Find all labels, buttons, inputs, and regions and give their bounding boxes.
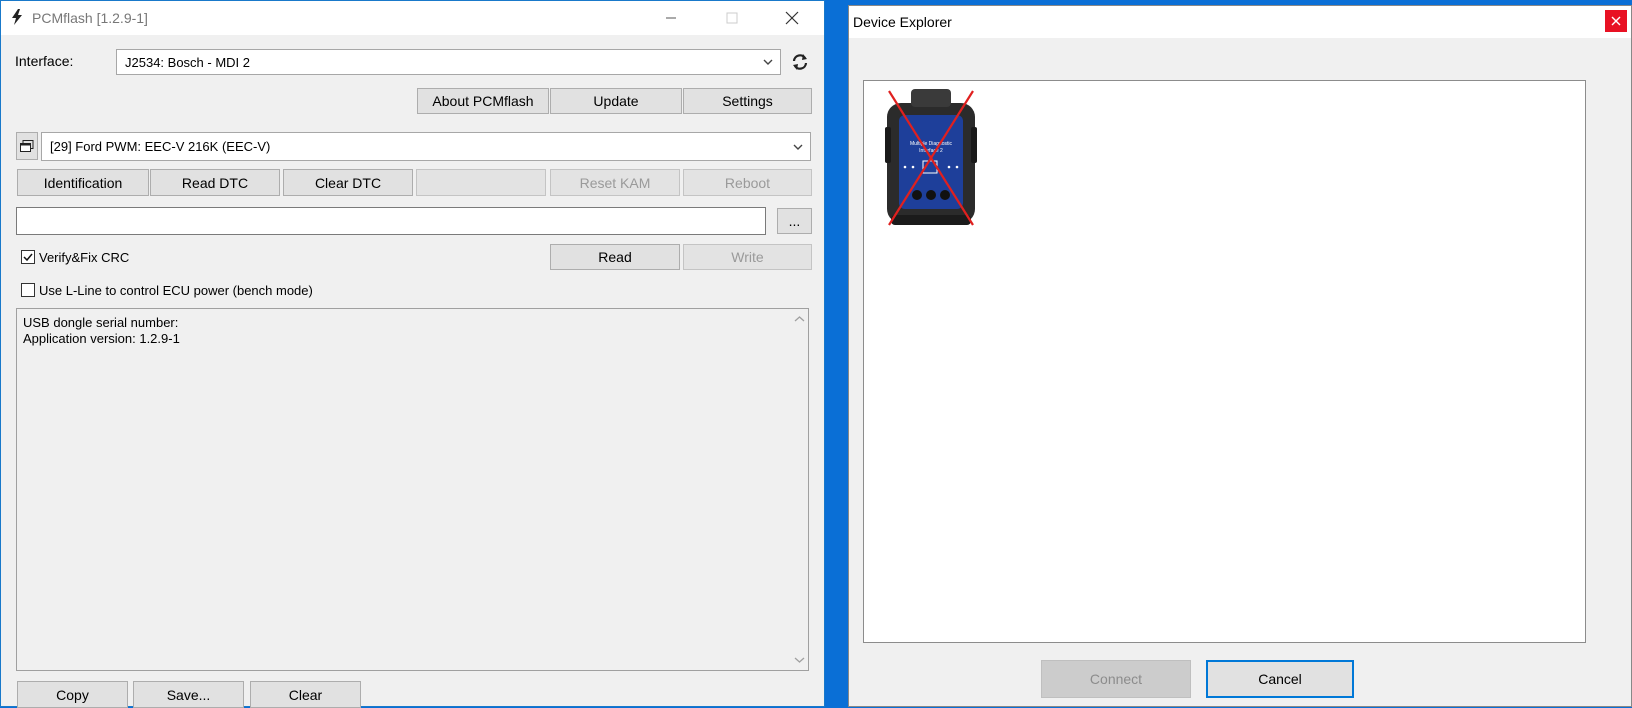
restore-window-button[interactable] [16, 132, 38, 160]
chevron-down-icon [793, 144, 803, 150]
window-title: Device Explorer [853, 14, 952, 30]
device-list[interactable]: Multiple Diagnostic Interface 2 [863, 80, 1586, 643]
clear-dtc-button[interactable]: Clear DTC [283, 169, 413, 196]
read-dtc-button[interactable]: Read DTC [150, 169, 280, 196]
copy-button[interactable]: Copy [17, 681, 128, 708]
close-button[interactable] [1605, 10, 1627, 32]
maximize-icon[interactable] [721, 7, 743, 29]
device-image-text: Multiple Diagnostic [910, 141, 952, 147]
device-explorer-window: Device Explorer Multiple Diagnostic Inte… [848, 5, 1632, 707]
minimize-icon[interactable] [660, 7, 682, 29]
log-output[interactable]: USB dongle serial number: Application ve… [16, 308, 809, 671]
module-value: [29] Ford PWM: EEC-V 216K (EEC-V) [50, 139, 271, 154]
interface-value: J2534: Bosch - MDI 2 [125, 55, 250, 70]
reboot-button[interactable]: Reboot [683, 169, 812, 196]
write-button[interactable]: Write [683, 244, 812, 270]
browse-button[interactable]: ... [777, 208, 812, 234]
lline-checkbox[interactable] [21, 283, 35, 297]
lightning-icon [12, 9, 22, 25]
log-line: Application version: 1.2.9-1 [23, 331, 180, 346]
vertical-scrollbar[interactable] [791, 309, 808, 670]
log-line: USB dongle serial number: [23, 315, 179, 330]
close-icon[interactable] [781, 7, 803, 29]
device-explorer-titlebar[interactable]: Device Explorer [849, 6, 1631, 38]
refresh-icon[interactable] [790, 52, 810, 72]
update-button[interactable]: Update [550, 88, 682, 114]
device-image-text: Interface 2 [919, 148, 943, 154]
interface-select[interactable]: J2534: Bosch - MDI 2 [116, 49, 781, 75]
restore-window-icon [20, 140, 34, 152]
connect-button[interactable]: Connect [1041, 660, 1191, 698]
window-title: PCMflash [1.2.9-1] [32, 10, 148, 26]
close-icon [1611, 16, 1621, 26]
module-select[interactable]: [29] Ford PWM: EEC-V 216K (EEC-V) [41, 132, 811, 161]
cancel-button[interactable]: Cancel [1206, 660, 1354, 698]
interface-label: Interface: [15, 53, 74, 69]
blank-button[interactable] [416, 169, 546, 196]
reset-kam-button[interactable]: Reset KAM [550, 169, 680, 196]
mdi2-device-unavailable-icon[interactable]: Multiple Diagnostic Interface 2 [885, 87, 977, 229]
verify-crc-checkbox[interactable] [21, 250, 35, 264]
clear-button[interactable]: Clear [250, 681, 361, 708]
about-button[interactable]: About PCMflash [417, 88, 549, 114]
save-button[interactable]: Save... [133, 681, 244, 708]
read-button[interactable]: Read [550, 244, 680, 270]
identification-button[interactable]: Identification [17, 169, 149, 196]
verify-crc-label: Verify&Fix CRC [39, 250, 130, 265]
file-path-input[interactable] [16, 207, 766, 235]
chevron-down-icon [763, 59, 773, 65]
checkmark-icon [23, 253, 33, 262]
pcmflash-window: PCMflash [1.2.9-1] Interface: J2534: Bos… [0, 0, 825, 708]
pcmflash-titlebar[interactable]: PCMflash [1.2.9-1] [1, 1, 824, 35]
lline-label: Use L-Line to control ECU power (bench m… [39, 283, 313, 298]
settings-button[interactable]: Settings [683, 88, 812, 114]
